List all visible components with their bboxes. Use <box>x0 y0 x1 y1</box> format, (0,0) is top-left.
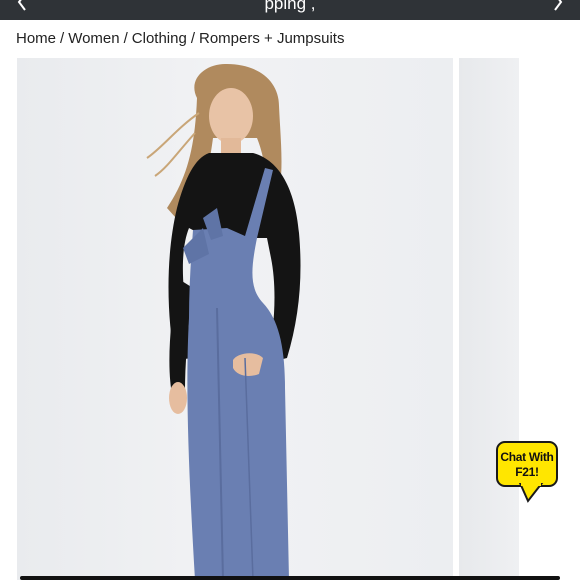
model-photo <box>146 63 301 580</box>
breadcrumb-women[interactable]: Women <box>68 30 119 47</box>
chat-button[interactable]: Chat With F21! <box>496 441 558 503</box>
product-gallery[interactable] <box>0 58 580 580</box>
breadcrumb-separator: / <box>60 30 65 47</box>
breadcrumb-home[interactable]: Home <box>16 30 56 47</box>
promo-text: pping , <box>264 0 316 13</box>
chat-bubble-tail-icon <box>518 483 544 503</box>
promo-bar: pping , <box>0 0 580 20</box>
breadcrumb-clothing[interactable]: Clothing <box>132 30 187 47</box>
breadcrumb-rompers-jumpsuits[interactable]: Rompers + Jumpsuits <box>199 30 344 47</box>
breadcrumb-separator: / <box>123 30 128 47</box>
breadcrumb: Home / Women / Clothing / Rompers + Jumpsuits <box>16 30 344 50</box>
breadcrumb-separator: / <box>190 30 195 47</box>
chevron-right-icon[interactable] <box>552 0 564 12</box>
product-main-image[interactable] <box>17 58 453 580</box>
chat-label-line2: F21! <box>515 465 539 479</box>
chat-bubble[interactable]: Chat With F21! <box>496 441 558 487</box>
chat-label-line1: Chat With <box>500 450 554 464</box>
bottom-bar <box>20 576 560 580</box>
